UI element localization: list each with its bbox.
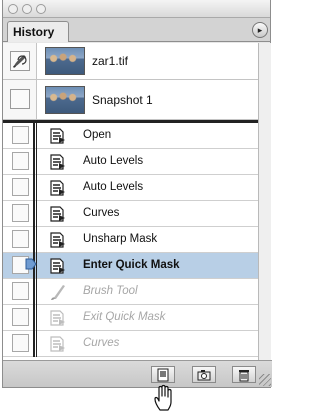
source-cell[interactable] [3,80,37,119]
resize-grip[interactable] [259,374,271,386]
history-state-row[interactable]: Open [3,123,258,149]
history-list: zar1.tif Snapshot 1 Open Auto Levels Aut… [3,43,258,360]
history-brush-source-box[interactable] [12,230,29,248]
history-brush-source-box[interactable] [12,282,29,300]
snapshot-label: zar1.tif [92,54,129,68]
history-state-label: Auto Levels [83,155,144,167]
history-state-icon [50,154,65,170]
history-state-icon [50,128,65,144]
history-state-label: Brush Tool [83,285,138,297]
hand-cursor-icon [154,384,172,411]
delete-state-button[interactable] [232,366,256,383]
history-brush-source-box[interactable] [12,308,29,326]
source-cell[interactable] [3,149,37,174]
snapshot-thumbnail [45,47,85,75]
history-brush-source-box[interactable] [12,334,29,352]
source-cell[interactable] [3,279,37,304]
history-brush-source-box[interactable] [12,204,29,222]
history-state-row[interactable]: Curves [3,201,258,227]
history-state-label: Exit Quick Mask [83,311,166,323]
zoom-dot[interactable] [36,4,46,14]
history-state-row[interactable]: Unsharp Mask [3,227,258,253]
panel-bottom-bar [3,360,272,387]
history-brush-source-box[interactable] [12,126,29,144]
history-state-icon [50,336,65,352]
vertical-scrollbar[interactable] [258,43,271,360]
snapshot-row[interactable]: Snapshot 1 [3,80,258,120]
history-state-row-current[interactable]: Enter Quick Mask [3,253,258,279]
new-document-from-state-button[interactable] [151,366,175,383]
history-state-icon [50,232,65,248]
history-state-icon [50,180,65,196]
source-cell[interactable] [3,175,37,200]
camera-icon [197,370,211,381]
source-cell[interactable] [3,227,37,252]
history-state-label: Curves [83,207,120,219]
history-state-label: Curves [83,337,120,349]
history-state-icon [50,258,65,274]
history-state-label: Open [83,129,112,141]
source-cell[interactable] [3,201,37,226]
history-state-icon [50,310,65,326]
history-state-row[interactable]: Curves [3,331,258,357]
history-state-row[interactable]: Brush Tool [3,279,258,305]
new-document-icon [157,368,169,382]
source-cell[interactable] [3,43,37,79]
history-state-label: Unsharp Mask [83,233,158,245]
new-snapshot-button[interactable] [192,366,216,383]
history-state-row[interactable]: Auto Levels [3,175,258,201]
history-brush-icon [13,55,27,68]
snapshot-thumbnail [45,86,85,114]
brush-icon [51,285,65,300]
trash-icon [239,370,249,382]
minimize-dot[interactable] [22,4,32,14]
history-brush-source-box[interactable] [12,178,29,196]
close-dot[interactable] [8,4,18,14]
source-cell[interactable] [3,305,37,330]
history-state-row[interactable]: Exit Quick Mask [3,305,258,331]
history-state-icon [50,206,65,222]
history-brush-source-box[interactable] [12,152,29,170]
panel-titlebar [3,0,270,18]
tab-history[interactable]: History [7,21,69,42]
panel-menu-button[interactable]: ▸ [252,22,268,38]
history-panel: History ▸ zar1.tif Snapshot 1 Open Auto … [2,0,272,388]
source-cell[interactable] [3,331,37,356]
history-slider-track [33,123,37,357]
history-state-row[interactable]: Auto Levels [3,149,258,175]
history-state-slider-handle[interactable] [25,257,37,271]
history-state-label: Auto Levels [83,181,144,193]
snapshot-label: Snapshot 1 [92,93,153,107]
history-state-label: Enter Quick Mask [83,259,180,271]
source-cell[interactable] [3,123,37,148]
history-brush-source-box[interactable] [10,89,30,109]
snapshot-row[interactable]: zar1.tif [3,43,258,80]
tab-bar: History ▸ [3,18,270,42]
history-brush-source-box[interactable] [10,51,30,71]
